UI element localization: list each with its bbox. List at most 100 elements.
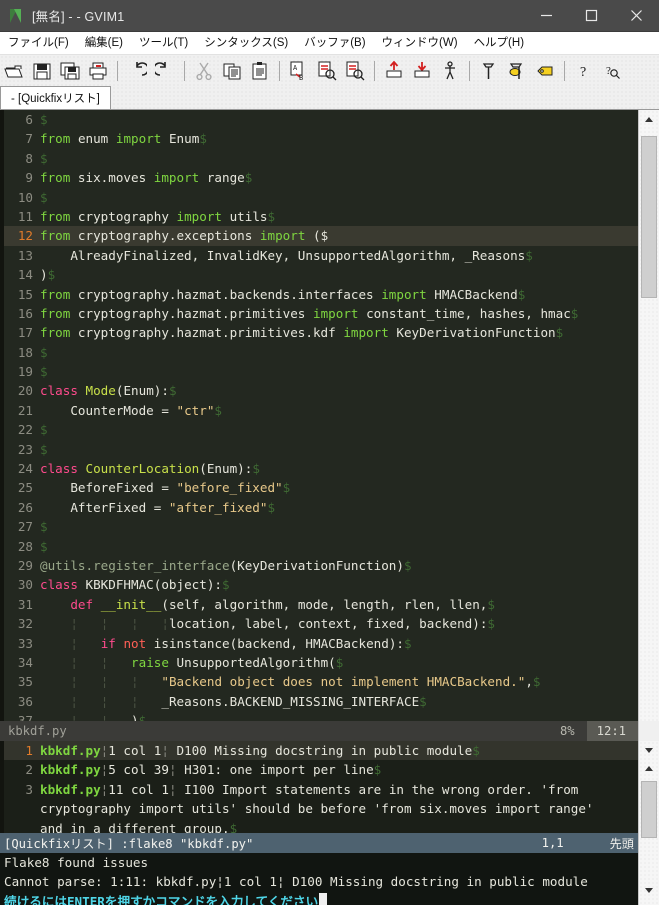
line-number: 14 <box>17 267 33 283</box>
code-line[interactable]: 24 class CounterLocation(Enum):$ <box>0 459 638 478</box>
run-script-icon[interactable] <box>436 57 464 85</box>
message-line: 続けるにはENTERを押すかコマンドを入力してください <box>4 892 638 905</box>
help-icon[interactable]: ? <box>570 57 598 85</box>
code-line[interactable]: 35 ¦ ¦ ¦ "Backend object does not implem… <box>0 672 638 691</box>
quickfix-entry[interactable]: 1 kbkdf.py¦1 col 1¦ D100 Missing docstrin… <box>0 741 638 761</box>
quickfix-entry-location: 11 col 1 <box>108 781 169 797</box>
code-line[interactable]: 8 $ <box>0 149 638 168</box>
title-bar: [無名] - - GVIM1 <box>0 0 659 32</box>
find-previous-icon[interactable] <box>341 57 369 85</box>
menu-help[interactable]: ヘルプ(H) <box>466 32 532 54</box>
tab-line: - [Quickfixリスト] <box>0 86 659 110</box>
scroll-down-arrow-icon[interactable] <box>639 881 659 899</box>
code-line[interactable]: 11 from cryptography import utils$ <box>0 207 638 226</box>
code-line[interactable]: 31 def __init__(self, algorithm, mode, l… <box>0 595 638 614</box>
code-line[interactable]: 15 from cryptography.hazmat.backends.inte… <box>0 285 638 304</box>
code-line[interactable]: 17 from cryptography.hazmat.primitives.kd… <box>0 323 638 342</box>
quickfix-entry-file: kbkdf.py <box>40 762 101 778</box>
code-line[interactable]: 19 $ <box>0 362 638 381</box>
code-line[interactable]: 10 $ <box>0 188 638 207</box>
line-number: 12 <box>17 228 33 244</box>
build-tags-icon[interactable] <box>503 57 531 85</box>
menu-syntax[interactable]: シンタックス(S) <box>196 32 296 54</box>
quickfix-entry[interactable]: 3 kbkdf.py¦11 col 1¦ I100 Import statemen… <box>0 780 638 799</box>
save-session-icon[interactable] <box>408 57 436 85</box>
code-line-text: )$ <box>40 267 56 283</box>
menu-buffer[interactable]: バッファ(B) <box>296 32 373 54</box>
make-icon[interactable] <box>475 57 503 85</box>
open-file-icon[interactable] <box>0 57 28 85</box>
menu-edit[interactable]: 編集(E) <box>77 32 131 54</box>
code-line[interactable]: 14 )$ <box>0 265 638 284</box>
quickfix-scrollbar[interactable] <box>638 741 659 905</box>
code-line[interactable]: 29 @utils.register_interface(KeyDerivatio… <box>0 556 638 575</box>
scroll-up-arrow-icon[interactable] <box>639 759 659 777</box>
find-replace-icon[interactable]: AB <box>285 57 313 85</box>
code-line[interactable]: 27 $ <box>0 517 638 536</box>
code-line[interactable]: 21 CounterMode = "ctr"$ <box>0 401 638 420</box>
toolbar-separator <box>184 60 185 81</box>
menu-tools[interactable]: ツール(T) <box>131 32 196 54</box>
code-line[interactable]: 30 class KBKDFHMAC(object):$ <box>0 575 638 594</box>
line-number: 36 <box>17 693 33 709</box>
code-line[interactable]: 20 class Mode(Enum):$ <box>0 381 638 400</box>
code-line[interactable]: 6 $ <box>0 110 638 129</box>
undo-icon[interactable] <box>123 57 151 85</box>
message-area[interactable]: Flake8 found issues Cannot parse: 1:11: k… <box>0 853 638 905</box>
maximize-icon[interactable] <box>569 0 614 31</box>
code-line[interactable]: 16 from cryptography.hazmat.primitives im… <box>0 304 638 323</box>
save-icon[interactable] <box>28 57 56 85</box>
menu-file[interactable]: ファイル(F) <box>0 32 77 54</box>
code-line[interactable]: 7 from enum import Enum$ <box>0 129 638 148</box>
code-line-text: $ <box>40 519 48 535</box>
code-line[interactable]: 25 BeforeFixed = "before_fixed"$ <box>0 478 638 497</box>
code-line-text: $ <box>40 189 48 205</box>
code-line[interactable]: 18 $ <box>0 343 638 362</box>
quickfix-entry[interactable]: cryptography import utils' should be bef… <box>0 799 638 818</box>
code-line[interactable]: 23 $ <box>0 440 638 459</box>
line-number: 27 <box>17 519 33 535</box>
code-line[interactable]: 12 from cryptography.exceptions import ($ <box>0 226 638 246</box>
save-all-icon[interactable] <box>56 57 84 85</box>
quickfix-entry-message: H301: one import per line <box>176 762 374 778</box>
quickfix-entry[interactable]: 2 kbkdf.py¦5 col 39¦ H301: one import per… <box>0 760 638 779</box>
code-line[interactable]: 33 ¦ if not isinstance(backend, HMACBack… <box>0 634 638 653</box>
code-line[interactable]: 32 ¦ ¦ ¦ ¦location, label, context, fixe… <box>0 614 638 633</box>
code-line[interactable]: 26 AfterFixed = "after_fixed"$ <box>0 498 638 517</box>
quickfix-status-left: [Quickfixリスト] :flake8 "kbkdf.py" <box>4 837 254 851</box>
minimize-icon[interactable] <box>524 0 569 31</box>
editor-scrollbar[interactable] <box>638 110 659 721</box>
code-line[interactable]: 22 $ <box>0 420 638 439</box>
cut-icon[interactable] <box>190 57 218 85</box>
code-line-text: from six.moves import range$ <box>40 170 253 186</box>
quickfix-scrollbar-thumb[interactable] <box>641 781 657 838</box>
code-line[interactable]: 13 AlreadyFinalized, InvalidKey, Unsuppo… <box>0 246 638 265</box>
toolbar-separator <box>279 60 280 81</box>
close-icon[interactable] <box>614 0 659 31</box>
code-line-text: ¦ ¦ ¦ "Backend object does not implement… <box>70 674 541 690</box>
quickfix-list[interactable]: 1 kbkdf.py¦1 col 1¦ D100 Missing docstrin… <box>0 741 638 833</box>
editor-scrollbar-thumb[interactable] <box>641 136 657 298</box>
redo-icon[interactable] <box>151 57 179 85</box>
find-help-icon[interactable]: ? <box>598 57 626 85</box>
menu-window[interactable]: ウィンドウ(W) <box>374 32 466 54</box>
scroll-up-arrow-icon[interactable] <box>639 110 659 128</box>
code-line[interactable]: 9 from six.moves import range$ <box>0 168 638 187</box>
line-number: 9 <box>25 170 33 186</box>
copy-icon[interactable] <box>218 57 246 85</box>
quickfix-entry[interactable]: and in a different group.$ <box>0 819 638 833</box>
code-line[interactable]: 36 ¦ ¦ ¦ _Reasons.BACKEND_MISSING_INTERF… <box>0 692 638 711</box>
tab-quickfix-list[interactable]: - [Quickfixリスト] <box>0 86 111 109</box>
code-line[interactable]: 28 $ <box>0 537 638 556</box>
toolbar-separator <box>469 60 470 81</box>
code-editor[interactable]: 6 $7 from enum import Enum$ 8 $ 9 from six.mov… <box>0 110 638 721</box>
load-session-icon[interactable] <box>380 57 408 85</box>
jump-tag-icon[interactable] <box>531 57 559 85</box>
code-line[interactable]: 34 ¦ ¦ raise UnsupportedAlgorithm($ <box>0 653 638 672</box>
print-icon[interactable] <box>84 57 112 85</box>
find-next-icon[interactable] <box>313 57 341 85</box>
paste-icon[interactable] <box>246 57 274 85</box>
code-line[interactable]: 37 ¦ ¦ )$ <box>0 711 638 721</box>
quickfix-entry-file: kbkdf.py <box>40 743 101 758</box>
scroll-down-arrow-icon[interactable] <box>639 741 659 759</box>
